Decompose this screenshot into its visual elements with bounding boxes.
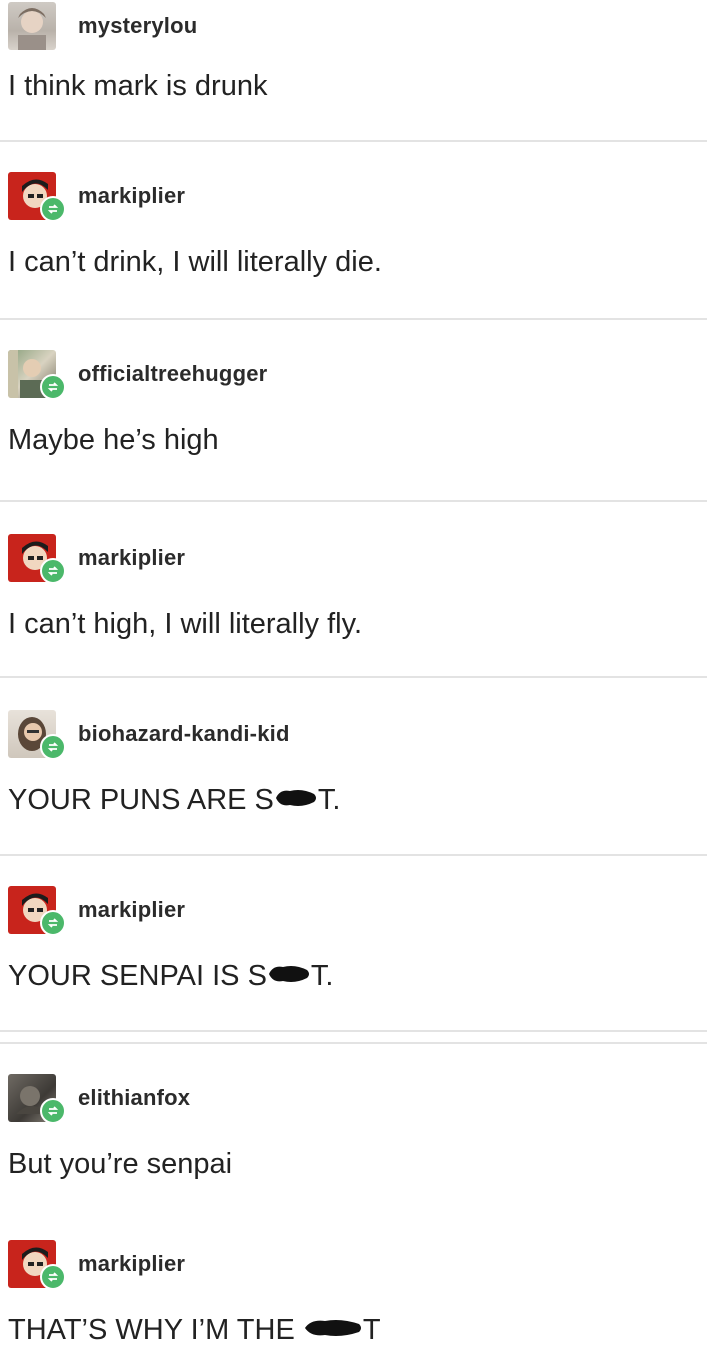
post: markiplier I can’t high, I will literall… — [0, 532, 707, 676]
post-text: Maybe he’s high — [8, 424, 219, 456]
post: elithianfox But you’re senpai — [0, 1072, 707, 1232]
reblog-icon — [40, 734, 66, 760]
username[interactable]: markiplier — [78, 183, 185, 209]
post: biohazard-kandi-kid YOUR PUNS ARE S T. — [0, 708, 707, 854]
post-text-after: T — [362, 1314, 381, 1346]
post-text-after: T. — [310, 960, 334, 992]
post-text: I can’t high, I will literally fly. — [8, 608, 363, 640]
divider — [0, 140, 707, 142]
reblog-icon — [40, 1098, 66, 1124]
username[interactable]: markiplier — [78, 545, 185, 571]
username[interactable]: biohazard-kandi-kid — [78, 721, 290, 747]
avatar[interactable] — [8, 172, 66, 222]
post: markiplier THAT’S WHY I’M THE T — [0, 1238, 707, 1356]
reblog-icon — [40, 374, 66, 400]
post-text: THAT’S WHY I’M THE T — [8, 1314, 381, 1348]
post: markiplier I can’t drink, I will literal… — [0, 170, 707, 318]
username[interactable]: mysterylou — [78, 13, 197, 39]
username[interactable]: markiplier — [78, 897, 185, 923]
username[interactable]: officialtreehugger — [78, 361, 267, 387]
divider — [0, 318, 707, 320]
post-text-before: YOUR PUNS ARE S — [8, 784, 274, 816]
post-text: YOUR SENPAI IS S T. — [8, 960, 333, 994]
avatar[interactable] — [8, 2, 56, 50]
post-text: YOUR PUNS ARE S T. — [8, 784, 340, 818]
post-text-before: YOUR SENPAI IS S — [8, 960, 267, 992]
censor-mark — [267, 961, 311, 994]
post: markiplier YOUR SENPAI IS S T. — [0, 884, 707, 1030]
divider — [0, 676, 707, 678]
avatar[interactable] — [8, 710, 66, 760]
avatar[interactable] — [8, 1240, 66, 1290]
post: mysterylou I think mark is drunk — [0, 0, 707, 140]
divider — [0, 1030, 707, 1032]
post-text: I can’t drink, I will literally die. — [8, 246, 382, 278]
divider — [0, 854, 707, 856]
avatar[interactable] — [8, 886, 66, 936]
post-text: I think mark is drunk — [8, 70, 268, 102]
divider — [0, 500, 707, 502]
censor-mark — [274, 785, 318, 818]
divider — [0, 1042, 707, 1044]
avatar[interactable] — [8, 350, 66, 400]
reblog-icon — [40, 1264, 66, 1290]
censor-mark — [303, 1315, 363, 1348]
post: officialtreehugger Maybe he’s high — [0, 348, 707, 500]
avatar[interactable] — [8, 534, 66, 584]
post-text-before: THAT’S WHY I’M THE — [8, 1314, 303, 1346]
username[interactable]: elithianfox — [78, 1085, 190, 1111]
post-text-after: T. — [317, 784, 341, 816]
reblog-icon — [40, 910, 66, 936]
username[interactable]: markiplier — [78, 1251, 185, 1277]
reblog-icon — [40, 558, 66, 584]
avatar[interactable] — [8, 1074, 66, 1124]
reblog-icon — [40, 196, 66, 222]
post-text: But you’re senpai — [8, 1148, 233, 1180]
